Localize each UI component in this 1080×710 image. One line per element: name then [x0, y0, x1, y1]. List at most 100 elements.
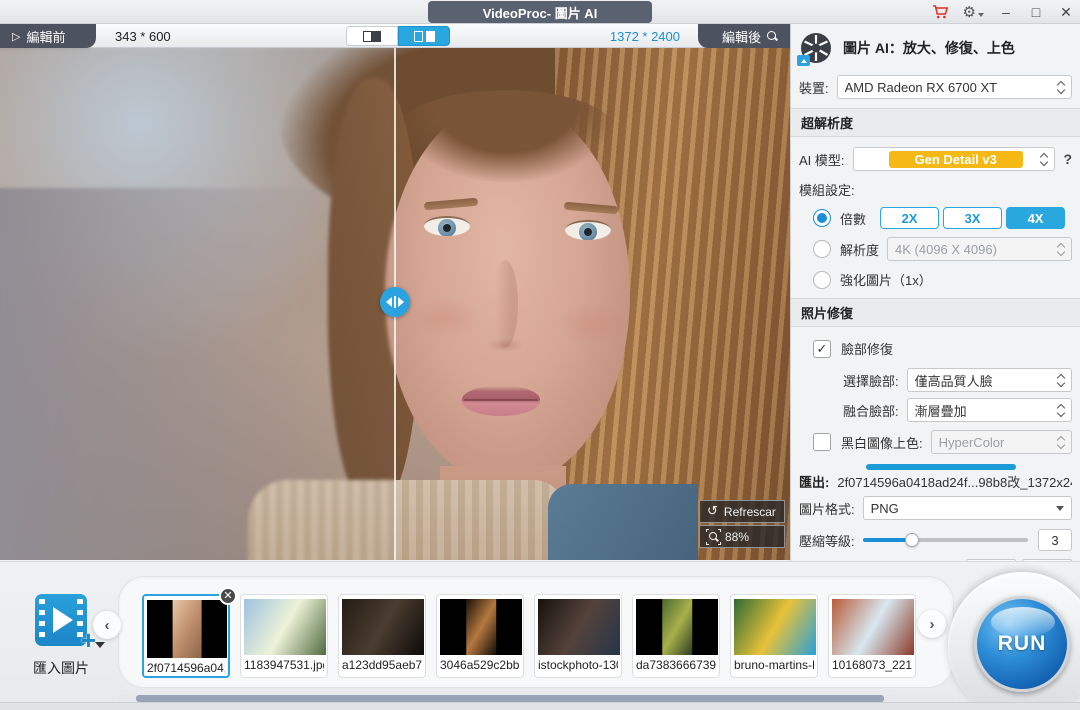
- scale-3x-button[interactable]: 3X: [943, 207, 1002, 229]
- section-super-resolution: 超解析度: [791, 108, 1080, 137]
- subject-lips: [464, 399, 538, 401]
- enhance-row: 強化圖片（1x）: [791, 270, 1080, 289]
- stepper-icon: [1052, 375, 1064, 386]
- window-title: VideoProc- 圖片 AI: [428, 1, 652, 23]
- blend-face-value: 漸層疊加: [915, 401, 967, 420]
- split-slider-handle[interactable]: [380, 287, 410, 317]
- thumbnail-filename: bruno-martins-BY: [734, 658, 814, 672]
- colorize-label: 黑白圖像上色:: [841, 433, 923, 452]
- remove-thumbnail-button[interactable]: ✕: [219, 587, 237, 605]
- after-tab[interactable]: 編輯後: [698, 24, 790, 48]
- thumbnail-item[interactable]: 3046a529c2bba8: [436, 594, 524, 678]
- compression-label: 壓縮等級:: [799, 531, 855, 550]
- magnifier-icon: [767, 31, 778, 42]
- face-repair-row: ✓ 臉部修復: [791, 339, 1080, 358]
- thumbnail-item[interactable]: da738366673965: [632, 594, 720, 678]
- minimize-button[interactable]: –: [998, 4, 1014, 20]
- after-dimensions: 1372 * 2400: [610, 24, 680, 48]
- subject-nose: [486, 338, 524, 352]
- media-tray-bar: + 匯入圖片 ‹ 2f0714596a0418 ✕ 1183947531.jpg…: [0, 561, 1080, 702]
- import-images-button[interactable]: + 匯入圖片: [26, 594, 96, 678]
- chevron-down-icon: [978, 13, 984, 17]
- scale-4x-button[interactable]: 4X: [1006, 207, 1065, 229]
- format-row: 圖片格式: PNG: [791, 496, 1080, 520]
- colorize-checkbox[interactable]: [813, 433, 831, 451]
- module-settings-label: 模組設定:: [799, 180, 855, 199]
- stepper-icon: [1052, 437, 1064, 448]
- scale-buttons: 2X 3X 4X: [880, 207, 1065, 229]
- import-label: 匯入圖片: [26, 658, 96, 678]
- slider-thumb[interactable]: [905, 533, 919, 547]
- device-row: 裝置: AMD Radeon RX 6700 XT: [791, 75, 1080, 99]
- export-row: 匯出: 2f0714596a0418ad24f...98b8改_1372x240…: [791, 472, 1080, 491]
- thumbnail-filename: 2f0714596a0418: [147, 661, 225, 675]
- thumbnail-item[interactable]: istockphoto-1307: [534, 594, 622, 678]
- before-tab[interactable]: ▷ 編輯前: [0, 24, 96, 48]
- refresh-button[interactable]: ↺ Refrescar: [699, 500, 785, 523]
- export-label: 匯出:: [799, 472, 829, 491]
- enhance-radio[interactable]: [813, 271, 831, 289]
- tray-scrollbar-track[interactable]: [118, 695, 954, 702]
- device-select[interactable]: AMD Radeon RX 6700 XT: [837, 75, 1072, 99]
- zoom-indicator[interactable]: 88%: [699, 525, 785, 548]
- colorize-row: 黑白圖像上色: HyperColor: [791, 430, 1080, 454]
- aperture-icon: [799, 31, 833, 65]
- thumbnail-filename: istockphoto-1307: [538, 658, 618, 672]
- subject-hairline: [392, 90, 620, 182]
- ai-model-label: AI 模型:: [799, 150, 845, 169]
- colorize-select[interactable]: HyperColor: [931, 430, 1072, 454]
- compression-slider[interactable]: [863, 538, 1028, 542]
- scale-2x-button[interactable]: 2X: [880, 207, 939, 229]
- compression-row: 壓縮等級: 3: [791, 529, 1080, 551]
- resolution-radio[interactable]: [813, 240, 831, 258]
- subject-cheek: [408, 296, 482, 340]
- close-button[interactable]: ✕: [1058, 4, 1074, 21]
- thumbnail-item[interactable]: bruno-martins-BY: [730, 594, 818, 678]
- title-bar: VideoProc- 圖片 AI ⚙ – □ ✕: [0, 0, 1080, 24]
- face-repair-checkbox[interactable]: ✓: [813, 340, 831, 358]
- scroll-left-button[interactable]: ‹: [93, 611, 121, 639]
- refresh-label: Refrescar: [724, 505, 776, 519]
- app-window: VideoProc- 圖片 AI ⚙ – □ ✕ ▷ 編輯前 343 * 600…: [0, 0, 1080, 710]
- arrow-right-icon: [398, 297, 404, 307]
- help-button[interactable]: ?: [1063, 151, 1072, 167]
- format-label: 圖片格式:: [799, 499, 855, 518]
- thumbnail-item[interactable]: 10168073_2217: [828, 594, 916, 678]
- split-view-button[interactable]: [398, 26, 450, 46]
- ai-model-select[interactable]: Gen Detail v3: [853, 147, 1056, 171]
- viewer-toolbar: ▷ 編輯前 343 * 600 1372 * 2400 編輯後: [0, 24, 790, 48]
- before-after-preview[interactable]: ↺ Refrescar 88%: [0, 48, 790, 560]
- ai-model-row: AI 模型: Gen Detail v3 ?: [791, 147, 1080, 171]
- run-button[interactable]: RUN: [974, 596, 1070, 692]
- scale-radio[interactable]: [813, 209, 831, 227]
- thumbnail-filename: 3046a529c2bba8: [440, 658, 520, 672]
- before-tab-label: 編輯前: [26, 27, 65, 46]
- before-dimensions: 343 * 600: [115, 24, 171, 48]
- maximize-button[interactable]: □: [1028, 4, 1044, 20]
- subject-lips: [462, 386, 540, 416]
- colorize-value: HyperColor: [939, 435, 1005, 450]
- subject-cheek: [556, 302, 630, 346]
- format-select[interactable]: PNG: [863, 496, 1072, 520]
- panel-scrollbar[interactable]: [866, 464, 1016, 470]
- single-view-button[interactable]: [346, 26, 398, 46]
- thumbnail-item[interactable]: a123dd95aeb7fc: [338, 594, 426, 678]
- blend-face-select[interactable]: 漸層疊加: [907, 398, 1072, 422]
- subject-denim: [548, 484, 698, 560]
- import-film-icon: +: [35, 594, 87, 646]
- select-face-value: 僅高品質人臉: [915, 371, 993, 390]
- cart-icon[interactable]: [932, 4, 949, 20]
- run-button-housing: RUN: [948, 572, 1080, 710]
- select-face-select[interactable]: 僅高品質人臉: [907, 368, 1072, 392]
- arrow-left-icon: [386, 297, 392, 307]
- gear-icon[interactable]: ⚙: [963, 5, 984, 20]
- thumbnail-item[interactable]: 1183947531.jpg: [240, 594, 328, 678]
- scroll-right-button[interactable]: ›: [918, 610, 946, 638]
- settings-panel: 圖片 AI：放大、修復、上色 裝置: AMD Radeon RX 6700 XT…: [790, 24, 1080, 562]
- select-face-label: 選擇臉部:: [843, 371, 899, 390]
- thumbnail-filename: 1183947531.jpg: [244, 658, 324, 672]
- tray-scrollbar-thumb[interactable]: [136, 695, 884, 702]
- blend-face-row: 融合臉部: 漸層疊加: [791, 398, 1080, 422]
- thumbnail-item[interactable]: 2f0714596a0418 ✕: [142, 594, 230, 678]
- resolution-select[interactable]: 4K (4096 X 4096): [887, 237, 1072, 261]
